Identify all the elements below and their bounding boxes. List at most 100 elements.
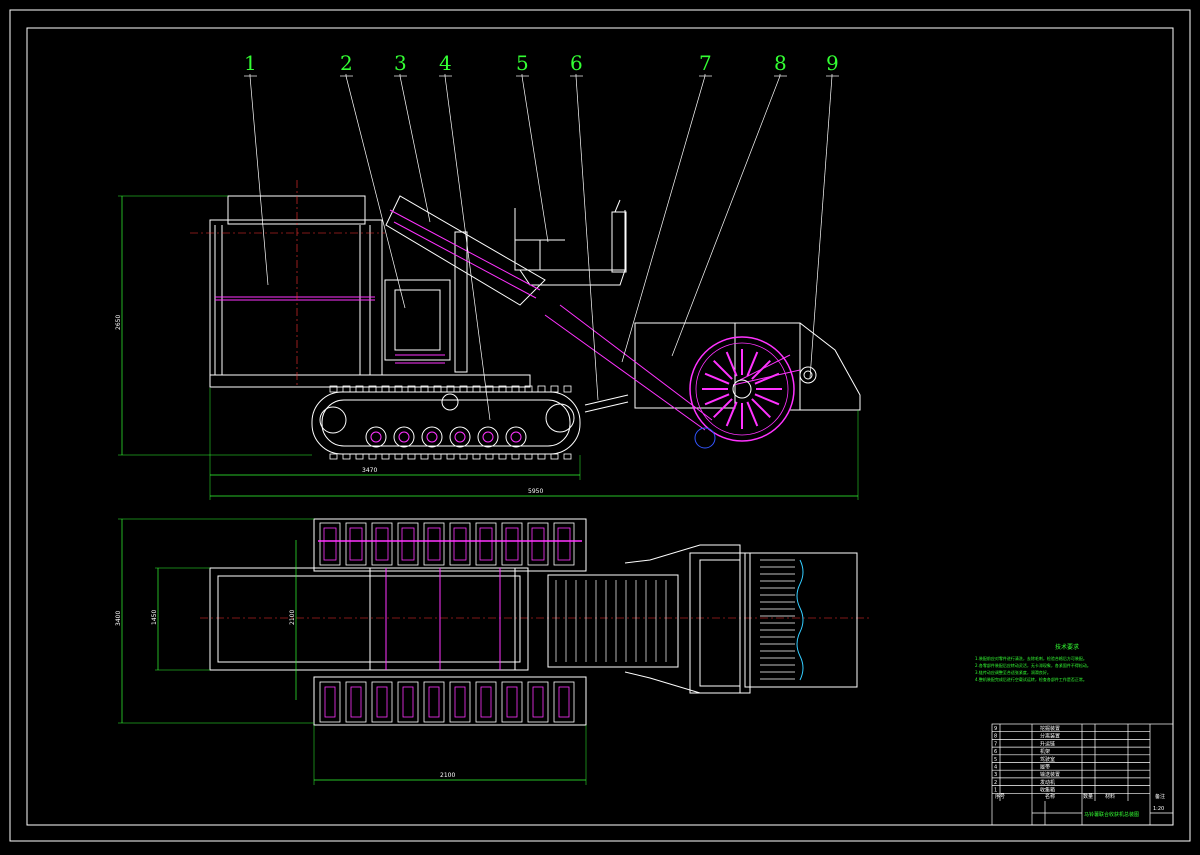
track-pad <box>371 681 393 723</box>
separator-tooth <box>704 372 730 385</box>
notes-line-2: 2.各零部件装配后应转动灵活，无卡滞现象，各紧固件不得松动。 <box>975 662 1091 668</box>
tb-row-name: 履带 <box>1040 765 1050 771</box>
track-pad-inner <box>324 686 336 718</box>
dim-overall-height: 2650 <box>115 315 122 330</box>
chassis-bed <box>209 374 531 388</box>
tb-row-no: 9 <box>994 726 997 732</box>
track-pad-inner <box>531 527 545 561</box>
tb-row-no: 2 <box>994 780 997 786</box>
separator-tooth <box>725 401 738 427</box>
track-pad-inner <box>479 527 493 561</box>
part-label-3: 3 <box>394 51 407 75</box>
road-wheel <box>365 426 387 448</box>
track-pad <box>397 522 419 566</box>
track-outline <box>311 391 581 455</box>
track-pad <box>345 681 367 723</box>
tb-row-no: 7 <box>994 741 997 747</box>
plan-bin <box>209 567 529 671</box>
leader-line-7 <box>621 75 706 363</box>
track-pad-inner <box>375 527 389 561</box>
track-cleat <box>485 453 494 460</box>
tb-header-note: 备注 <box>1155 793 1165 800</box>
track-pad-inner <box>558 686 570 718</box>
tb-row-name: 挖掘装置 <box>1040 725 1060 732</box>
dim-plan-width-total: 3400 <box>115 611 122 626</box>
drawing-canvas: 123456789 2650 3470 5950 3400 1450 2100 <box>0 0 1200 851</box>
tb-row-name: 收集箱 <box>1040 787 1055 794</box>
outer-border <box>9 9 1191 842</box>
part-labels: 1 2 3 4 5 6 7 8 9 <box>244 51 839 75</box>
tb-row-no: 3 <box>994 772 997 778</box>
plan-conveyor <box>547 574 679 668</box>
track-pad-inner <box>350 686 362 718</box>
track-pad-inner <box>401 527 415 561</box>
dim-track-width: 2100 <box>440 772 455 779</box>
road-wheel <box>477 426 499 448</box>
track-pad <box>397 681 419 723</box>
part-label-1: 1 <box>244 51 257 75</box>
track-pad <box>319 681 341 723</box>
plan-separator-frame <box>624 544 741 694</box>
road-wheel <box>421 426 443 448</box>
plan-digger <box>744 552 858 688</box>
dim-plan-width-track: 2100 <box>289 610 296 625</box>
support-roller <box>441 393 459 411</box>
leader-line-3 <box>399 75 431 223</box>
part-label-6: 6 <box>570 51 583 75</box>
tb-row-name: 机架 <box>1040 748 1050 755</box>
tb-row-no: 5 <box>994 757 997 763</box>
track-pad-inner <box>454 686 466 718</box>
separator-wheel <box>689 336 817 449</box>
separator-tooth <box>751 360 771 380</box>
track-pad-inner <box>349 527 363 561</box>
leader-line-9 <box>809 75 833 379</box>
separator-tooth <box>754 393 780 406</box>
drawing-title: 马铃薯联合收获机总装图 <box>1084 811 1139 818</box>
inner-border <box>26 27 1174 826</box>
plan-track-pads <box>318 522 582 723</box>
track-pad-inner <box>323 527 337 561</box>
road-wheel-hub <box>454 431 466 443</box>
track-pad <box>527 681 549 723</box>
leader-line-5 <box>521 75 549 243</box>
part-label-9: 9 <box>826 51 839 75</box>
track-pad <box>527 522 549 566</box>
track-cleat <box>498 453 507 460</box>
track-cleat <box>511 453 520 460</box>
track-pad <box>501 681 523 723</box>
tb-row-no: 6 <box>994 749 997 755</box>
track-pad-inner <box>506 686 518 718</box>
drawing-scale: 1:20 <box>1153 806 1164 812</box>
track-cleat <box>420 453 429 460</box>
dim-plan-width-bin: 1450 <box>151 610 158 625</box>
track-pad <box>449 522 471 566</box>
part-label-5: 5 <box>516 51 529 75</box>
separator-tooth <box>751 398 771 418</box>
track-pad <box>475 522 497 566</box>
track-cleat <box>407 453 416 460</box>
road-wheel-hub <box>370 431 382 443</box>
track-pad <box>501 522 523 566</box>
tb-row-no: 4 <box>994 765 997 771</box>
track-pad-inner <box>480 686 492 718</box>
tb-row-name: 分离装置 <box>1040 733 1060 740</box>
notes-line-1: 1.装配前应对零件进行清洗，去除毛刺，检验合格后方可装配。 <box>975 655 1087 661</box>
track-pad-inner <box>532 686 544 718</box>
notes-line-3: 3.链传动应调整至合适张紧度，润滑良好。 <box>975 669 1051 675</box>
track-pad-inner <box>428 686 440 718</box>
track-cleat <box>563 453 572 460</box>
track-pad-inner <box>427 527 441 561</box>
track-cleat <box>433 453 442 460</box>
tb-row-name: 升运链 <box>1040 740 1055 747</box>
track-pad-inner <box>402 686 414 718</box>
track-pad <box>475 681 497 723</box>
idler-wheel <box>319 406 347 434</box>
part-label-2: 2 <box>340 51 353 75</box>
track-cleat <box>329 453 338 460</box>
separator-tooth <box>704 393 730 406</box>
track-pad <box>423 681 445 723</box>
tb-header-qty: 数量 <box>1083 793 1093 800</box>
leader-line-8 <box>671 75 781 357</box>
track-pad <box>319 522 341 566</box>
track-cleat <box>446 453 455 460</box>
